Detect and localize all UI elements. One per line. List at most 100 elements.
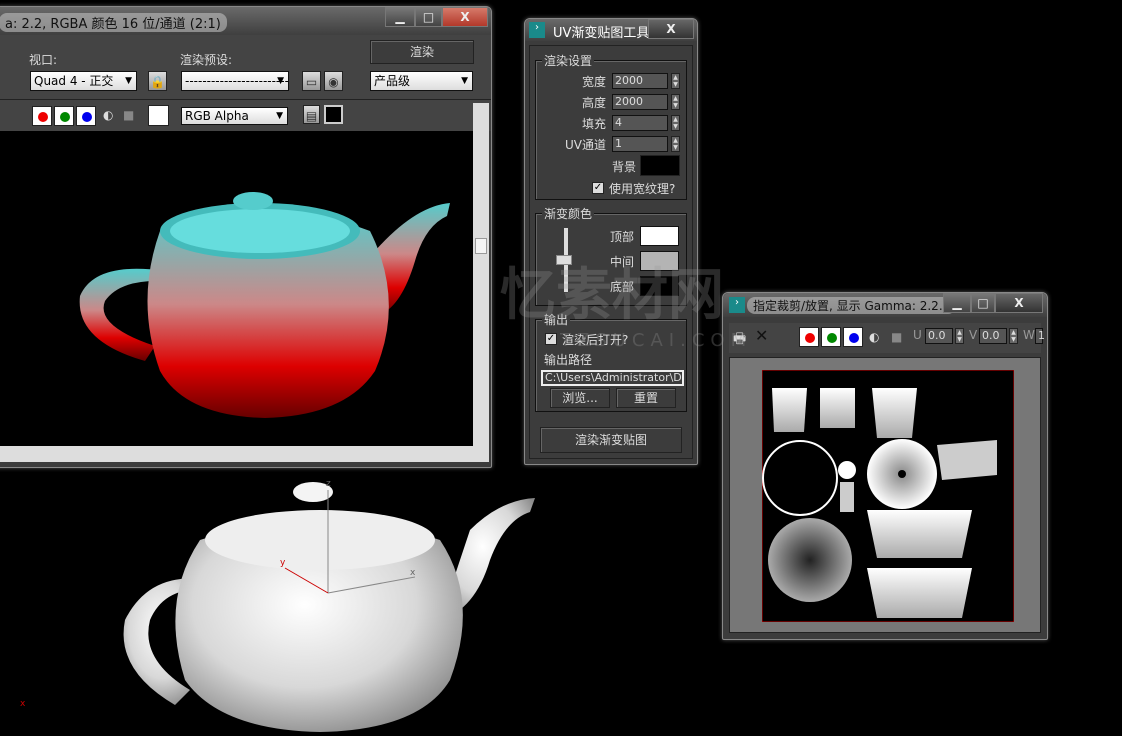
output-group: 输出 ✓ 渲染后打开? 输出路径 C:\Users\Administrator\… (535, 311, 687, 412)
green-channel-toggle[interactable] (54, 106, 74, 126)
w-label: W (1023, 328, 1035, 342)
print-icon[interactable]: 🖶 (733, 328, 746, 352)
viewport-label: 视口: (29, 53, 58, 67)
padding-input[interactable]: 4 (612, 115, 668, 131)
blue-channel-toggle[interactable] (843, 327, 863, 347)
group-title: 输出 (542, 311, 571, 328)
maximize-button[interactable]: □ (415, 7, 442, 27)
v-input[interactable]: 0.0 (979, 328, 1007, 344)
render-gradient-map-button[interactable]: 渲染渐变贴图 (540, 427, 682, 453)
width-input[interactable]: 2000 (612, 73, 668, 89)
v-spinner[interactable]: ▲ ▼ (1009, 328, 1018, 344)
blue-channel-toggle[interactable] (76, 106, 96, 126)
render-toolbar: 视口: Quad 4 - 正交 ▼ 🔒 渲染预设: ---------------… (0, 35, 491, 99)
close-x-icon[interactable]: ✕ (755, 326, 768, 345)
mono-toggle-icon[interactable]: ■ (891, 330, 902, 344)
vertical-scrollbar[interactable] (473, 103, 489, 446)
minimize-button[interactable]: ▁ (943, 293, 971, 313)
uv-channel-input[interactable]: 1 (612, 136, 668, 152)
v-label: V (969, 328, 978, 342)
render-canvas (0, 131, 473, 446)
alpha-toggle-icon[interactable]: ◐ (103, 108, 113, 122)
preset-dropdown[interactable]: ------------------------ ▼ (181, 71, 289, 91)
middle-color-swatch[interactable] (640, 251, 679, 271)
output-path-input[interactable]: C:\Users\Administrator\Des (541, 370, 684, 386)
window-title: 指定裁剪/放置, 显示 Gamma: 2.2... (747, 297, 957, 314)
mono-toggle-icon[interactable]: ■ (123, 108, 134, 122)
scroll-thumb[interactable] (475, 238, 487, 254)
window-title: UV渐变贴图工具 (553, 26, 650, 41)
browse-button[interactable]: 浏览... (550, 388, 610, 408)
background-label: 背景 (612, 160, 637, 174)
top-label: 顶部 (610, 230, 635, 244)
preset-label: 渲染预设: (180, 53, 233, 67)
close-button[interactable]: X (442, 7, 488, 27)
crop-placement-window: › 指定裁剪/放置, 显示 Gamma: 2.2... ▁ □ X 🖶 ✕ ◐ … (722, 292, 1048, 640)
title-bar[interactable]: › 指定裁剪/放置, 显示 Gamma: 2.2... ▁ □ X (723, 293, 1047, 317)
bottom-color-swatch[interactable] (640, 276, 679, 296)
wide-texture-checkbox[interactable]: ✓ (592, 182, 604, 194)
viewport-dropdown[interactable]: Quad 4 - 正交 ▼ (30, 71, 137, 91)
red-channel-toggle[interactable] (32, 106, 52, 126)
gradient-slider-handle[interactable] (556, 255, 572, 265)
green-channel-toggle[interactable] (821, 327, 841, 347)
uv-map-preview (762, 370, 1014, 622)
horizontal-scrollbar[interactable] (0, 446, 489, 462)
maximize-button[interactable]: □ (971, 293, 995, 313)
group-title: 渲染设置 (542, 52, 595, 69)
title-bar[interactable]: › UV渐变贴图工具 X (525, 19, 697, 41)
quality-dropdown[interactable]: 产品级 ▼ (370, 71, 473, 91)
viewport-value: Quad 4 - 正交 (34, 74, 114, 88)
red-channel-toggle[interactable] (799, 327, 819, 347)
svg-text:y: y (280, 558, 286, 568)
svg-text:x: x (410, 568, 416, 578)
height-spinner[interactable]: ▲ ▼ (671, 94, 680, 110)
channel-toolbar: ◐ ■ RGB Alpha ▼ ▤ (0, 99, 491, 131)
bottom-label: 底部 (610, 280, 635, 294)
quality-value: 产品级 (374, 74, 411, 88)
preset-value: ------------------------ (185, 74, 289, 88)
render-button[interactable]: 渲染 (370, 40, 474, 64)
toggle-ui-icon[interactable]: ▤ (303, 105, 320, 124)
viewport-teapot: x y z x (20, 479, 535, 732)
tool-panel: 渲染设置 宽度 2000 ▲ ▼ 高度 2000 ▲ ▼ 填充 4 ▲ ▼ UV通道 … (529, 45, 693, 459)
svg-text:x: x (20, 699, 26, 709)
environment-icon[interactable]: ◉ (324, 71, 343, 91)
reset-button[interactable]: 重置 (616, 388, 676, 408)
swatch[interactable] (148, 105, 169, 126)
u-input[interactable]: 0.0 (925, 328, 953, 344)
channel-dropdown[interactable]: RGB Alpha ▼ (181, 107, 288, 125)
uv-channel-spinner[interactable]: ▲ ▼ (671, 136, 680, 152)
minimize-button[interactable]: ▁ (385, 7, 415, 27)
window-title: a: 2.2, RGBA 颜色 16 位/通道 (2:1) (0, 13, 227, 32)
lock-icon[interactable]: 🔒 (148, 71, 167, 91)
gradient-color-group: 渐变颜色 顶部 中间 底部 (535, 205, 687, 306)
close-button[interactable]: X (995, 293, 1043, 313)
rendered-teapot (79, 192, 450, 418)
height-input[interactable]: 2000 (612, 94, 668, 110)
padding-label: 填充 (581, 117, 606, 131)
u-label: U (913, 328, 922, 342)
width-spinner[interactable]: ▲ ▼ (671, 73, 680, 89)
u-spinner[interactable]: ▲ ▼ (955, 328, 964, 344)
display-icon[interactable] (324, 105, 343, 124)
uv-channel-label: UV通道 (565, 138, 606, 152)
crop-toolbar: 🖶 ✕ ◐ ■ U 0.0 ▲ ▼ V 0.0 ▲ ▼ W 1 (729, 323, 1045, 353)
app-icon: › (729, 297, 745, 313)
svg-text:z: z (326, 479, 331, 489)
wide-texture-label: 使用宽纹理? (609, 182, 676, 196)
background-color-swatch[interactable] (640, 155, 680, 176)
w-input[interactable]: 1 (1035, 328, 1045, 344)
close-button[interactable]: X (648, 19, 694, 39)
render-settings-group: 渲染设置 宽度 2000 ▲ ▼ 高度 2000 ▲ ▼ 填充 4 ▲ ▼ UV通道 … (535, 52, 687, 200)
padding-spinner[interactable]: ▲ ▼ (671, 115, 680, 131)
height-label: 高度 (581, 96, 606, 110)
render-setup-icon[interactable]: ▭ (302, 71, 321, 91)
alpha-toggle-icon[interactable]: ◐ (869, 330, 879, 344)
title-bar[interactable]: a: 2.2, RGBA 颜色 16 位/通道 (2:1) ▁ □ X (0, 7, 491, 35)
crop-canvas (729, 357, 1041, 633)
uv-gradient-tool-window: › UV渐变贴图工具 X 渲染设置 宽度 2000 ▲ ▼ 高度 2000 ▲ ▼ … (524, 18, 698, 465)
top-color-swatch[interactable] (640, 226, 679, 246)
open-after-render-checkbox[interactable]: ✓ (545, 333, 557, 345)
output-path-label: 输出路径 (544, 353, 593, 367)
